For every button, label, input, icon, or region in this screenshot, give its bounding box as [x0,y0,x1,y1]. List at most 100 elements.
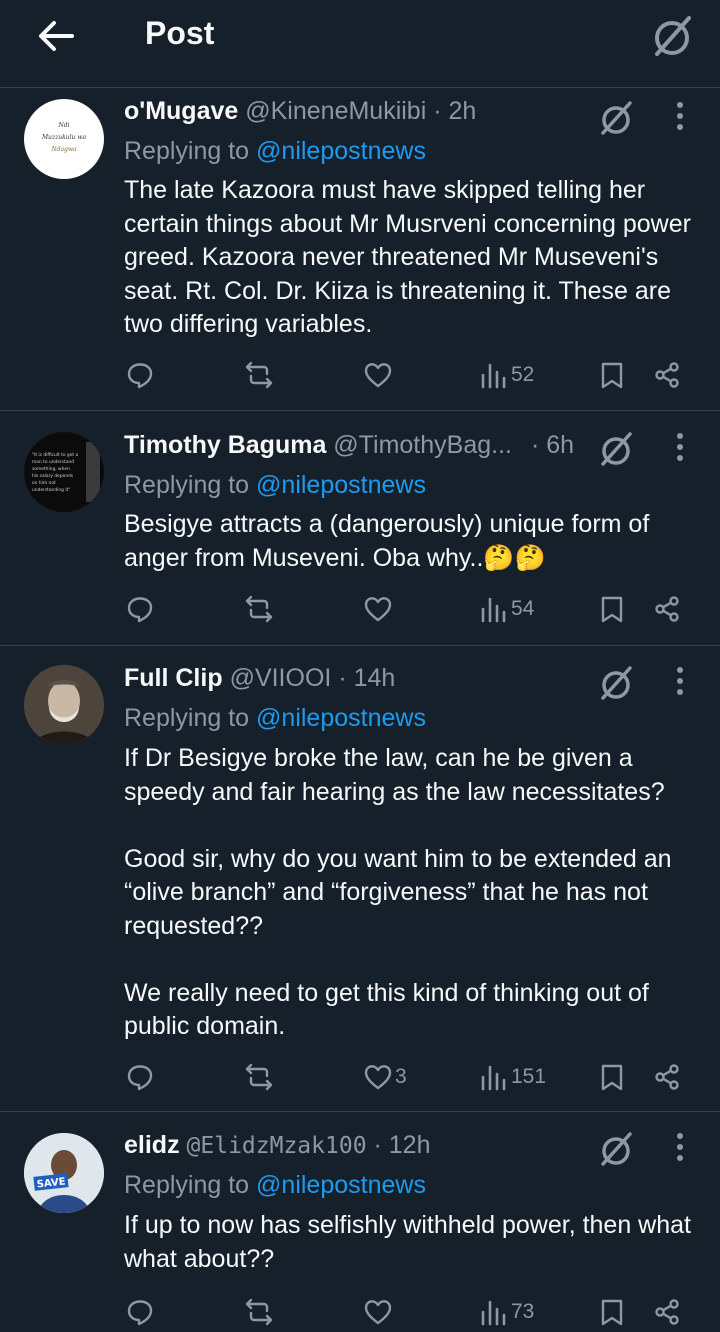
reply-tweet[interactable]: "It is difficult to get a man to underst… [0,411,720,646]
display-name[interactable]: elidz [124,1131,180,1159]
tweet-meta: o'Mugave @KineneMukiibi · 2h [124,97,476,126]
bookmark-icon [601,1299,623,1326]
repost-button[interactable] [245,1057,273,1097]
user-handle[interactable]: @ElidzMzak100 [187,1133,367,1159]
like-button[interactable] [364,1292,395,1332]
bookmark-button[interactable] [598,355,626,395]
reply-button[interactable] [126,355,154,395]
timestamp[interactable]: · 6h [531,431,574,459]
reply-tweet[interactable]: Full Clip @VIIOOI · 14h Replying to @nil… [0,646,720,1112]
replying-to: Replying to @nilepostnews [124,704,426,733]
repost-icon [245,595,273,623]
repost-button[interactable] [245,589,273,629]
views-button[interactable]: 52 [480,355,534,395]
bookmark-button[interactable] [598,589,626,629]
tweet-text: If Dr Besigye broke the law, can he be g… [124,744,672,1040]
mention-link[interactable]: @nilepostnews [256,704,426,732]
reply-icon [127,1065,153,1091]
user-handle[interactable]: @TimothyBag... [333,431,512,459]
bookmark-icon [601,1064,623,1091]
reply-tweet[interactable]: Ndi Muzzukulu wa Ndagwa o'Mugave @Kinene… [0,88,720,411]
avatar-text-line: Ndi [57,122,69,129]
repost-button[interactable] [245,1292,273,1332]
timestamp[interactable]: · 2h [433,97,476,125]
display-name[interactable]: o'Mugave [124,97,238,125]
user-handle[interactable]: @VIIOOI [230,664,332,692]
view-count: 151 [511,1065,547,1088]
back-arrow-icon[interactable] [36,18,76,54]
page-title: Post [145,15,215,51]
action-bar: 52 [0,355,720,395]
user-handle[interactable]: @KineneMukiibi [245,97,426,125]
share-button[interactable] [653,1292,681,1332]
repost-button[interactable] [245,355,273,395]
share-icon [655,596,679,622]
reply-button[interactable] [126,1057,154,1097]
replying-to: Replying to @nilepostnews [124,471,426,500]
grok-icon[interactable] [596,98,636,138]
bookmark-icon [601,596,623,623]
repost-icon [245,1298,273,1326]
mention-link[interactable]: @nilepostnews [256,137,426,165]
tweet-text: The late Kazoora must have skipped telli… [124,176,698,338]
display-name[interactable]: Timothy Baguma [124,431,326,459]
reply-tweet[interactable]: SAVE elidz @ElidzMzak100 · 12h Replying … [0,1112,720,1326]
repost-icon [245,1063,273,1091]
views-button[interactable]: 151 [480,1057,546,1097]
replying-to: Replying to @nilepostnews [124,137,426,166]
like-count: 3 [395,1065,407,1088]
action-bar: 3 151 [0,1057,720,1097]
avatar-text-line: something, when [32,466,70,472]
action-bar: 54 [0,589,720,629]
tweet-meta: elidz @ElidzMzak100 · 12h [124,1131,430,1160]
more-icon[interactable] [668,663,692,699]
like-button[interactable] [364,589,395,629]
timestamp[interactable]: · 12h [374,1131,431,1159]
avatar[interactable] [24,665,104,745]
reply-button[interactable] [126,1292,154,1332]
share-button[interactable] [653,589,681,629]
replying-to-label: Replying to [124,1171,250,1199]
like-button[interactable]: 3 [364,1057,407,1097]
reply-button[interactable] [126,589,154,629]
grok-icon[interactable] [596,1129,636,1169]
share-icon [655,362,679,388]
bookmark-button[interactable] [598,1292,626,1332]
grok-icon[interactable] [596,663,636,703]
more-icon[interactable] [668,429,692,465]
display-name[interactable]: Full Clip [124,664,223,692]
avatar[interactable]: SAVE [24,1133,104,1213]
avatar[interactable]: Ndi Muzzukulu wa Ndagwa [24,99,104,179]
mention-link[interactable]: @nilepostnews [256,471,426,499]
more-icon[interactable] [668,1129,692,1165]
like-icon [364,1300,392,1325]
grok-icon[interactable] [648,12,696,60]
view-count: 54 [511,597,535,620]
bookmark-button[interactable] [598,1057,626,1097]
repost-icon [245,361,273,389]
views-icon [481,1300,506,1326]
views-icon [481,1065,506,1091]
more-icon[interactable] [668,98,692,134]
reply-icon [127,363,153,389]
avatar-text-line: "It is difficult to get a [32,452,79,458]
share-button[interactable] [653,355,681,395]
avatar-text-line: Muzzukulu wa [41,134,87,141]
tweet-meta: Full Clip @VIIOOI · 14h [124,664,395,693]
view-count: 52 [511,363,535,386]
like-icon [364,363,392,388]
views-button[interactable]: 73 [480,1292,534,1332]
bookmark-icon [601,362,623,389]
timestamp[interactable]: · 14h [338,664,395,692]
share-icon [655,1299,679,1325]
mention-link[interactable]: @nilepostnews [256,1171,426,1199]
reply-icon [127,1300,153,1326]
action-bar: 73 [0,1292,720,1332]
like-button[interactable] [364,355,395,395]
share-button[interactable] [653,1057,681,1097]
tweet-meta: Timothy Baguma @TimothyBag... · 6h [124,431,574,460]
views-button[interactable]: 54 [480,589,534,629]
grok-icon[interactable] [596,429,636,469]
replying-to: Replying to @nilepostnews [124,1171,426,1200]
avatar[interactable]: "It is difficult to get a man to underst… [24,432,104,512]
